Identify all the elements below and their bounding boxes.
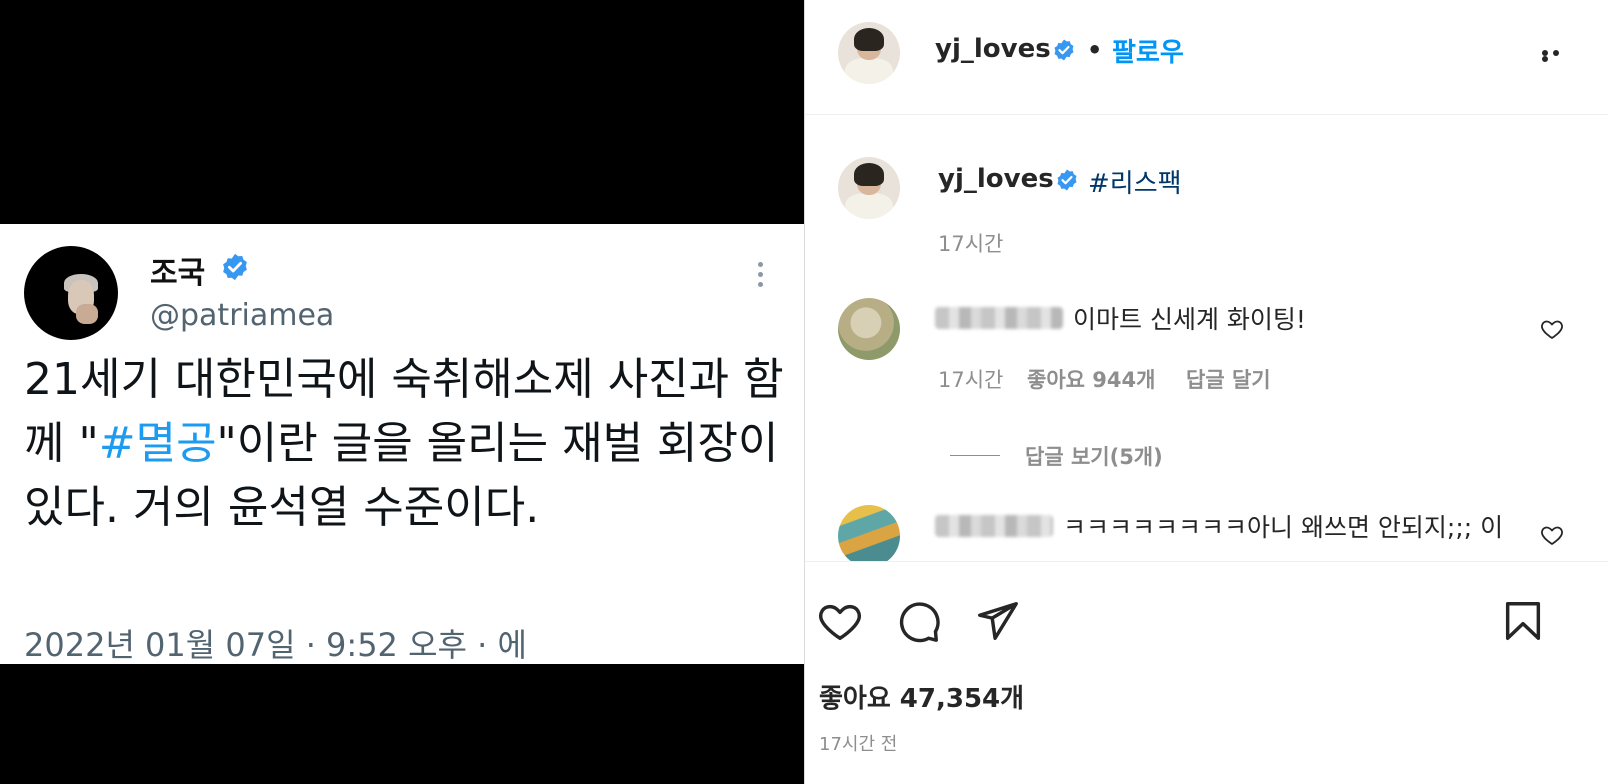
comments-section[interactable]: yj_loves #리스팩 17시간 이마트 신세계 화이팅! 17시간 좋아요… (805, 115, 1608, 561)
likes-count[interactable]: 좋아요 47,354개 (819, 678, 1024, 715)
more-options-icon[interactable] (1542, 50, 1574, 62)
reply-button[interactable]: 답글 달기 (1186, 364, 1271, 394)
tweet-hashtag: #멸공 (98, 418, 217, 469)
tweet-timestamp: 2022년 01월 07일 · 9:52 오후 · 에 (24, 626, 527, 664)
comment-time: 17시간 (938, 368, 1004, 392)
tweet-author-name: 조국 (150, 256, 206, 291)
caption-username[interactable]: yj_loves (938, 164, 1054, 194)
post-time: 17시간 전 (819, 734, 898, 755)
commenter-avatar[interactable] (838, 505, 900, 561)
comment-heart-icon[interactable] (1540, 523, 1564, 547)
tweet-more-icon (758, 262, 764, 298)
verified-badge-icon (1052, 38, 1076, 62)
post-media: 조국 @patriamea 21세기 대한민국에 숙취해소제 사진과 함께 "#… (0, 0, 804, 784)
blurred-username (935, 515, 1053, 537)
author-username[interactable]: yj_loves (935, 34, 1051, 64)
blurred-username (935, 307, 1063, 329)
tweet-text: 21세기 대한민국에 숙취해소제 사진과 함께 "#멸공"이란 글을 올리는 재… (24, 348, 784, 540)
commenter-avatar[interactable] (838, 298, 900, 360)
comment-text: 이마트 신세계 화이팅! (1073, 305, 1306, 334)
verified-badge-icon (220, 252, 250, 282)
replies-line (950, 455, 1000, 456)
actions-divider (805, 561, 1608, 562)
comment-icon[interactable] (896, 598, 942, 644)
tweet-avatar (24, 246, 118, 340)
caption-time: 17시간 (938, 232, 1004, 256)
view-replies-button[interactable]: 답글 보기(5개) (1025, 441, 1163, 471)
verified-badge-icon (1055, 168, 1079, 192)
follow-button[interactable]: 팔로우 (1112, 32, 1184, 69)
comment-heart-icon[interactable] (1540, 317, 1564, 341)
bookmark-icon[interactable] (1500, 598, 1546, 644)
tweet-author-handle: @patriamea (150, 298, 335, 333)
author-avatar[interactable] (838, 22, 900, 84)
comment-likes[interactable]: 좋아요 944개 (1027, 364, 1155, 394)
comment-text: ㅋㅋㅋㅋㅋㅋㅋㅋ아니 왜쓰면 안되지;;; 이 (1063, 513, 1504, 542)
post-sidebar: yj_loves • 팔로우 yj_loves #리스팩 17시간 이마트 신세… (805, 0, 1608, 784)
caption-hashtag[interactable]: #리스팩 (1088, 163, 1182, 200)
tweet-screenshot: 조국 @patriamea 21세기 대한민국에 숙취해소제 사진과 함께 "#… (0, 224, 804, 664)
header-separator: • (1087, 36, 1103, 64)
caption-author-avatar[interactable] (838, 157, 900, 219)
heart-icon[interactable] (817, 598, 863, 644)
share-icon[interactable] (974, 598, 1020, 644)
